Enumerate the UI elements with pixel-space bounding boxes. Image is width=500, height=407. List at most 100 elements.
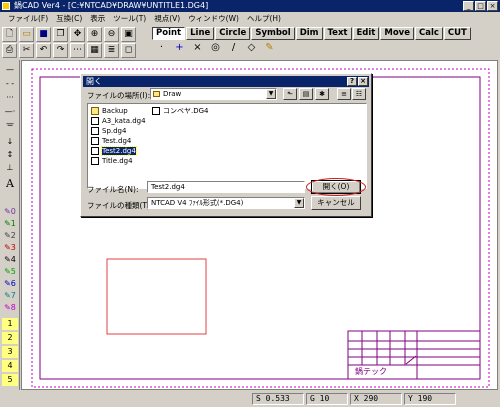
file-item-sp[interactable]: Sp.dg4 [91, 126, 126, 136]
folder-icon [91, 107, 99, 115]
close-button[interactable]: × [487, 1, 498, 11]
minimize-button[interactable]: _ [463, 1, 474, 11]
toolbar-row-2: ⎙ ✂ ↶ ↷ ⋯ ▦ ≣ ◻ [2, 43, 136, 58]
tab-line[interactable]: Line [186, 27, 215, 40]
perpendicular-icon[interactable]: ⊥ [2, 162, 18, 174]
tab-edit[interactable]: Edit [352, 27, 380, 40]
file-item-label: A3_kata.dg4 [102, 117, 146, 125]
layer-3[interactable]: 3 [2, 346, 18, 358]
copy-icon[interactable]: ❐ [53, 27, 68, 42]
tab-cut[interactable]: CUT [443, 27, 471, 40]
file-item-title[interactable]: Title.dg4 [91, 156, 133, 166]
file-item-test[interactable]: Test.dg4 [91, 136, 131, 146]
point-circle-icon[interactable]: ◎ [208, 42, 223, 53]
file-list[interactable]: Backup A3_kata.dg4 Sp.dg4 Test.dg4 Test2… [87, 103, 367, 189]
layer-icon[interactable]: ≣ [104, 43, 119, 58]
linestyle-solid[interactable]: — [2, 64, 18, 76]
dialog-help-button[interactable]: ? [347, 77, 357, 86]
point-plus-icon[interactable]: + [172, 42, 187, 53]
left-toolbar: — - - ··· —·— ─ ↓ ↕ ⊥ A ✎0 ✎1 ✎2 ✎3 ✎4 ✎… [0, 60, 20, 390]
pen-0[interactable]: ✎0 [2, 206, 18, 218]
print-icon[interactable]: ⎙ [2, 43, 17, 58]
list-view-icon[interactable]: ≡ [337, 88, 351, 100]
open-button[interactable]: 開く(O) [306, 178, 366, 196]
zoom-in-icon[interactable]: ⊕ [87, 27, 102, 42]
menu-compat[interactable]: 互換(C) [52, 12, 86, 25]
status-message [0, 393, 250, 405]
layer-5[interactable]: 5 [2, 374, 18, 386]
new-icon[interactable]: 🗋 [2, 27, 17, 42]
menu-tools[interactable]: ツール(T) [109, 12, 150, 25]
linestyle-dotted[interactable]: ··· [2, 92, 18, 104]
file-item-conveyor[interactable]: コンベヤ.DG4 [152, 106, 209, 116]
tab-circle[interactable]: Circle [215, 27, 251, 40]
pan-icon[interactable]: ✥ [70, 27, 85, 42]
pen-8[interactable]: ✎8 [2, 302, 18, 314]
layer-4[interactable]: 4 [2, 360, 18, 372]
menu-help[interactable]: ヘルプ(H) [243, 12, 285, 25]
undo-icon[interactable]: ↶ [36, 43, 51, 58]
point-diamond-icon[interactable]: ◇ [244, 42, 259, 53]
cut-icon[interactable]: ✂ [19, 43, 34, 58]
up-folder-icon[interactable]: ⬑ [283, 88, 297, 100]
arrow-updown-icon[interactable]: ↕ [2, 149, 18, 161]
pen-3[interactable]: ✎3 [2, 242, 18, 254]
maximize-button[interactable]: □ [475, 1, 486, 11]
pen-7[interactable]: ✎7 [2, 290, 18, 302]
point-dot-icon[interactable]: · [154, 42, 169, 53]
desktop-icon[interactable]: ▤ [299, 88, 313, 100]
file-item-label: Backup [102, 107, 128, 115]
filetype-combo[interactable]: NTCAD V4 ﾌｧｲﾙ形式(*.DG4) ▼ [147, 197, 305, 209]
linestyle-dashdot[interactable]: —·— [2, 106, 18, 128]
point-cross-icon[interactable]: × [190, 42, 205, 53]
pen-6-label: 6 [10, 279, 16, 288]
snap-icon[interactable]: ⋯ [70, 43, 85, 58]
file-item-label: コンベヤ.DG4 [163, 107, 209, 115]
tab-symbol[interactable]: Symbol [251, 27, 295, 40]
cancel-button[interactable]: キャンセル [311, 196, 361, 210]
arrow-down-icon[interactable]: ↓ [2, 136, 18, 148]
tab-text[interactable]: Text [323, 27, 352, 40]
file-item-a3kata[interactable]: A3_kata.dg4 [91, 116, 146, 126]
chevron-down-icon[interactable]: ▼ [266, 89, 276, 99]
tab-dim[interactable]: Dim [295, 27, 323, 40]
pen-6[interactable]: ✎6 [2, 278, 18, 290]
pen-3-label: 3 [10, 243, 16, 252]
linestyle-thick[interactable]: ─ [2, 120, 18, 132]
layer-2[interactable]: 2 [2, 332, 18, 344]
point-tools: · + × ◎ / ◇ ✎ [154, 42, 277, 53]
open-icon[interactable]: ▭ [19, 27, 34, 42]
file-item-test2[interactable]: Test2.dg4 [91, 146, 137, 156]
pen-5[interactable]: ✎5 [2, 266, 18, 278]
tab-calc[interactable]: Calc [414, 27, 443, 40]
grid-icon[interactable]: ▦ [87, 43, 102, 58]
menu-window[interactable]: ウィンドウ(W) [184, 12, 243, 25]
pen-1[interactable]: ✎1 [2, 218, 18, 230]
text-font-icon[interactable]: A [2, 178, 18, 190]
dialog-close-button[interactable]: × [358, 77, 368, 86]
zoom-fit-icon[interactable]: ▣ [121, 27, 136, 42]
tab-point[interactable]: Point [152, 27, 186, 40]
zoom-out-icon[interactable]: ⊖ [104, 27, 119, 42]
file-item-backup[interactable]: Backup [91, 106, 128, 116]
linestyle-dashed[interactable]: - - [2, 78, 18, 90]
filename-input[interactable]: Test2.dg4 [147, 181, 305, 193]
menu-viewpoint[interactable]: 視点(V) [150, 12, 184, 25]
status-x: X 290 [350, 392, 402, 405]
menu-file[interactable]: ファイル(F) [4, 12, 52, 25]
save-icon[interactable]: ■ [36, 27, 51, 42]
menu-view[interactable]: 表示 [86, 12, 109, 25]
details-view-icon[interactable]: ☷ [352, 88, 366, 100]
pen-4[interactable]: ✎4 [2, 254, 18, 266]
chevron-down-icon[interactable]: ▼ [294, 198, 304, 208]
file-icon [91, 157, 99, 165]
frame-icon[interactable]: ◻ [121, 43, 136, 58]
redo-icon[interactable]: ↷ [53, 43, 68, 58]
location-combo[interactable]: Draw ▼ [150, 88, 277, 100]
tab-move[interactable]: Move [380, 27, 414, 40]
point-pen-icon[interactable]: ✎ [262, 42, 277, 53]
pen-2[interactable]: ✎2 [2, 230, 18, 242]
layer-1[interactable]: 1 [2, 318, 18, 330]
new-folder-icon[interactable]: ✱ [315, 88, 329, 100]
point-line-icon[interactable]: / [226, 42, 241, 53]
